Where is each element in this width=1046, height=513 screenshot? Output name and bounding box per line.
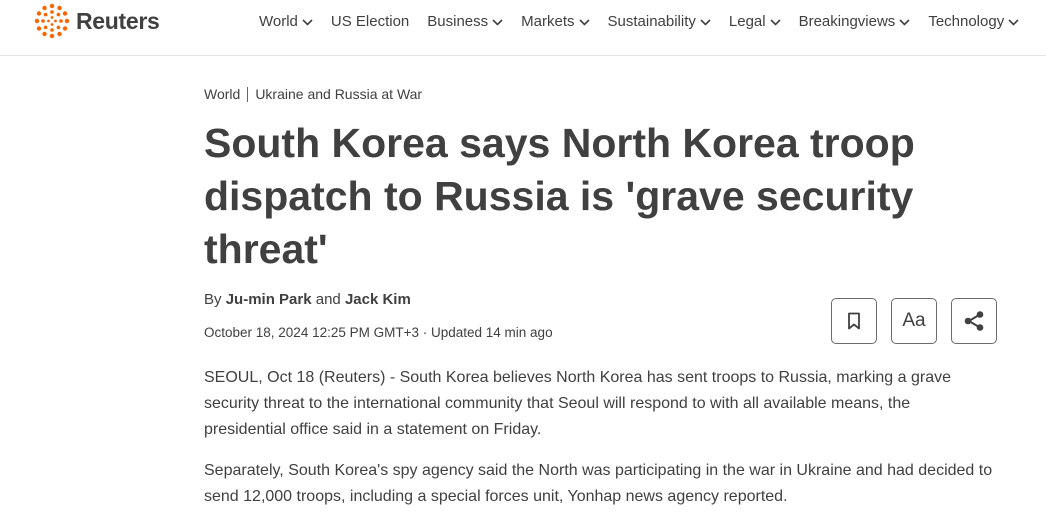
nav-item-label: Sustainability bbox=[607, 12, 696, 30]
bookmark-icon bbox=[848, 312, 860, 330]
text-size-button[interactable]: Aa bbox=[891, 298, 937, 344]
site-header: Reuters World US Election Business Marke… bbox=[0, 0, 1046, 56]
nav-item-label: World bbox=[259, 12, 298, 30]
byline-prefix: By bbox=[204, 291, 222, 308]
nav-item-label: Business bbox=[427, 12, 489, 30]
reuters-logo[interactable]: Reuters bbox=[34, 3, 160, 39]
nav-item-us-election[interactable]: US Election bbox=[331, 13, 409, 30]
bookmark-button[interactable] bbox=[831, 298, 877, 344]
share-button[interactable] bbox=[951, 298, 997, 344]
nav-item-breakingviews[interactable]: Breakingviews bbox=[799, 13, 911, 30]
nav-item-label: Legal bbox=[728, 12, 766, 30]
brand-name: Reuters bbox=[76, 7, 160, 34]
byline-joiner: and bbox=[315, 291, 341, 308]
chevron-down-icon bbox=[302, 13, 313, 30]
reuters-logo-icon bbox=[34, 3, 70, 39]
text-size-label: Aa bbox=[902, 310, 926, 331]
chevron-down-icon bbox=[492, 13, 503, 30]
nav-item-business[interactable]: Business bbox=[427, 13, 503, 30]
author-link[interactable]: Jack Kim bbox=[345, 291, 411, 308]
breadcrumb-divider bbox=[247, 86, 249, 102]
byline: By Ju-min Park and Jack Kim bbox=[204, 291, 411, 308]
share-icon bbox=[964, 311, 984, 331]
nav-item-legal[interactable]: Legal bbox=[729, 13, 781, 30]
article-paragraph: SEOUL, Oct 18 (Reuters) - South Korea be… bbox=[204, 369, 952, 438]
article-tools: Aa bbox=[831, 298, 997, 344]
nav-item-markets[interactable]: Markets bbox=[521, 12, 590, 30]
breadcrumb-section-link[interactable]: World bbox=[204, 86, 240, 102]
main-nav: World US Election Business Markets Susta… bbox=[259, 11, 1019, 31]
author-link[interactable]: Ju-min Park bbox=[226, 291, 312, 308]
chevron-down-icon bbox=[700, 13, 711, 30]
nav-item-technology[interactable]: Technology bbox=[928, 13, 1019, 30]
chevron-down-icon bbox=[770, 13, 781, 30]
nav-item-sustainability[interactable]: Sustainability bbox=[608, 13, 711, 30]
article-paragraph: Separately, South Korea's spy agency sai… bbox=[204, 462, 993, 505]
article-dateline: October 18, 2024 12:25 PM GMT+3 · Update… bbox=[204, 325, 553, 340]
chevron-down-icon bbox=[1008, 13, 1019, 30]
nav-item-world[interactable]: World bbox=[259, 13, 313, 30]
nav-item-label: Breakingviews bbox=[798, 12, 896, 30]
article-headline: South Korea says North Korea troop dispa… bbox=[204, 120, 915, 272]
chevron-down-icon bbox=[899, 13, 910, 30]
nav-item-label: US Election bbox=[330, 12, 410, 30]
breadcrumb: World Ukraine and Russia at War bbox=[204, 86, 422, 102]
breadcrumb-topic-link[interactable]: Ukraine and Russia at War bbox=[255, 86, 422, 102]
nav-item-label: Markets bbox=[521, 12, 575, 30]
nav-item-label: Technology bbox=[928, 12, 1005, 30]
chevron-down-icon bbox=[578, 13, 590, 30]
